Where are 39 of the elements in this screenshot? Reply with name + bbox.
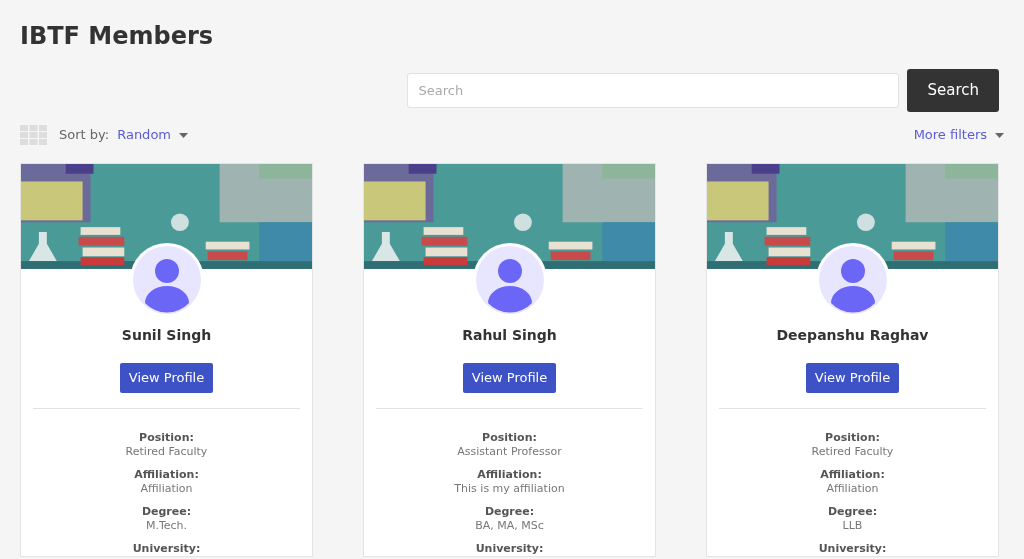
field-value: Retired Faculty <box>811 445 894 459</box>
more-filters-dropdown[interactable]: More filters <box>913 125 1004 145</box>
field-label: Position: <box>825 431 880 445</box>
avatar-icon <box>129 243 204 317</box>
view-profile-button[interactable]: View Profile <box>805 362 900 393</box>
field-value: Affiliation <box>140 482 193 496</box>
field-label: Degree: <box>827 505 878 519</box>
view-profile-button[interactable]: View Profile <box>119 362 214 393</box>
member-name: Sunil Singh <box>121 325 212 344</box>
sort-label: Sort by: <box>59 126 110 145</box>
avatar-icon <box>472 243 547 317</box>
field-label: Affiliation: <box>134 468 199 482</box>
grid-view-icon[interactable] <box>20 125 47 145</box>
search-button[interactable]: Search <box>907 69 999 112</box>
field-value: BA, MA, MSc <box>475 519 544 533</box>
field-value: Affiliation <box>826 482 879 496</box>
sort-dropdown[interactable]: Random <box>117 125 188 145</box>
field-label: Position: <box>139 431 194 445</box>
field-value: Retired Faculty <box>125 445 208 459</box>
field-label: Position: <box>482 431 537 445</box>
field-label: Affiliation: <box>477 468 542 482</box>
field-value: LLB <box>842 519 863 533</box>
field-value: This is my affiliation <box>454 482 565 496</box>
field-value: Assistant Professor <box>457 445 562 459</box>
search-field[interactable]: Search <box>407 73 900 108</box>
caret-icon <box>179 132 188 138</box>
view-profile-button[interactable]: View Profile <box>462 362 557 393</box>
field-label: University: <box>475 542 544 556</box>
member-name: Rahul Singh <box>462 325 557 344</box>
page-title: IBTF Members <box>20 21 214 52</box>
field-label: Affiliation: <box>820 468 885 482</box>
caret-icon <box>995 132 1004 138</box>
field-label: Degree: <box>141 505 192 519</box>
field-label: University: <box>818 542 887 556</box>
field-label: Degree: <box>484 505 535 519</box>
member-name: Deepanshu Raghav <box>776 325 929 344</box>
field-value: M.Tech. <box>145 519 188 533</box>
avatar-icon <box>815 243 890 317</box>
field-label: University: <box>132 542 201 556</box>
